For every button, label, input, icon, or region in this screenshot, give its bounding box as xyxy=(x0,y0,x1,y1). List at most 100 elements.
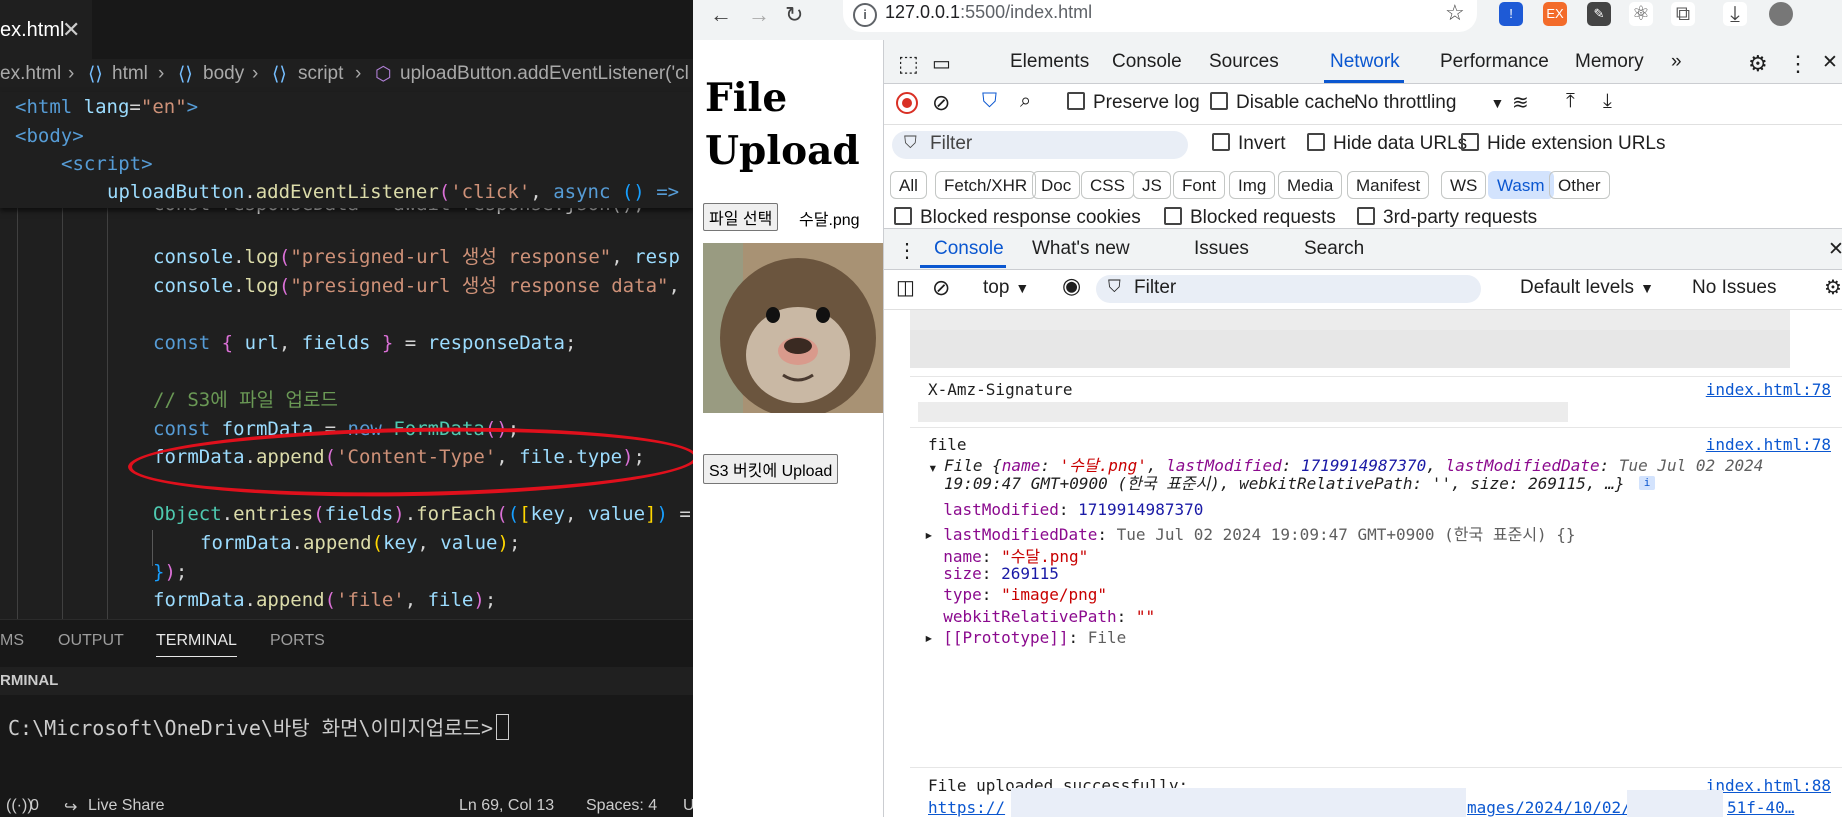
expand-triangle-icon[interactable]: ▸ xyxy=(924,628,943,647)
react-devtools-icon[interactable]: ⚛ xyxy=(1629,2,1653,26)
drawer-tab-console[interactable]: Console xyxy=(934,238,1004,260)
inspect-element-icon[interactable]: ⬚ xyxy=(898,51,919,77)
blocked-response-cookies-checkbox[interactable]: Blocked response cookies xyxy=(894,207,1141,227)
sidebar-toggle-icon[interactable]: ◫ xyxy=(896,275,915,300)
clear-icon[interactable]: ⊘ xyxy=(932,90,950,116)
type-filter-img[interactable]: Img xyxy=(1229,171,1276,199)
issues-counter[interactable]: No Issues xyxy=(1692,277,1776,299)
console-settings-icon[interactable]: ⚙ xyxy=(1824,275,1842,300)
extension-ex-icon[interactable]: EX xyxy=(1543,2,1567,26)
property-key: type xyxy=(943,585,982,605)
source-link[interactable]: index.html:88 xyxy=(1706,776,1831,795)
record-icon[interactable] xyxy=(896,92,918,114)
search-icon[interactable]: ⌕ xyxy=(1020,90,1031,113)
tab-network[interactable]: Network xyxy=(1330,51,1400,73)
tab-problems[interactable]: MS xyxy=(0,632,24,650)
info-badge-icon[interactable]: i xyxy=(1639,476,1655,490)
sticky-scroll[interactable]: <html lang="en"> <body> <script> uploadB… xyxy=(0,92,693,208)
cursor-position[interactable]: Ln 69, Col 13 xyxy=(459,797,554,815)
summary-value: Tue Jul 02 2024 xyxy=(1618,456,1764,475)
gear-icon[interactable]: ⚙ xyxy=(1748,51,1768,77)
network-filter-input[interactable]: ⛉ Filter xyxy=(892,131,1188,159)
tab-memory[interactable]: Memory xyxy=(1575,51,1644,73)
expand-triangle-icon[interactable]: ▾ xyxy=(928,458,938,477)
tab-output[interactable]: OUTPUT xyxy=(58,632,124,650)
type-filter-all[interactable]: All xyxy=(890,171,927,199)
drawer-menu-icon[interactable]: ⋮ xyxy=(897,238,917,263)
live-share-button[interactable]: Live Share xyxy=(88,797,165,815)
type-filter-media[interactable]: Media xyxy=(1278,171,1343,199)
type-filter-other[interactable]: Other xyxy=(1549,171,1610,199)
back-icon[interactable]: ← xyxy=(710,2,732,28)
type-filter-css[interactable]: CSS xyxy=(1081,171,1134,199)
indentation[interactable]: Spaces: 4 xyxy=(586,797,657,815)
type-filter-manifest[interactable]: Manifest xyxy=(1347,171,1430,199)
drawer-tab-whats-new[interactable]: What's new xyxy=(1032,238,1130,260)
type-filter-wasm[interactable]: Wasm xyxy=(1488,171,1554,199)
drawer-tab-search[interactable]: Search xyxy=(1304,238,1364,260)
log-levels-select[interactable]: Default levels ▼ xyxy=(1520,277,1654,299)
uploaded-url-start[interactable]: https:// xyxy=(928,798,1005,817)
tab-terminal[interactable]: TERMINAL xyxy=(156,632,237,657)
extensions-puzzle-icon[interactable]: ⧉ xyxy=(1671,2,1695,26)
upload-s3-button[interactable]: S3 버킷에 Upload xyxy=(703,454,839,484)
type-filter-doc[interactable]: Doc xyxy=(1032,171,1081,199)
preserve-log-checkbox[interactable]: Preserve log xyxy=(1067,92,1200,114)
tab-ports[interactable]: PORTS xyxy=(270,632,325,650)
type-filter-js[interactable]: JS xyxy=(1133,171,1171,199)
more-tabs-icon[interactable]: » xyxy=(1671,51,1682,73)
third-party-requests-checkbox[interactable]: 3rd-party requests xyxy=(1357,207,1537,227)
more-options-icon[interactable]: ⋮ xyxy=(1787,51,1809,77)
terminal-prompt[interactable]: C:\Microsoft\OneDrive\바탕 화면\이미지업로드> xyxy=(8,712,510,741)
eye-icon[interactable]: ◉ xyxy=(1062,273,1081,299)
sticky-line: <html lang="en"> xyxy=(15,96,199,118)
tab-sources[interactable]: Sources xyxy=(1209,51,1279,73)
context-select[interactable]: top ▼ xyxy=(983,277,1029,299)
hide-data-urls-checkbox[interactable]: Hide data URLs xyxy=(1307,133,1467,155)
console-output[interactable]: X-Amz-Signature index.html:78 file index… xyxy=(884,310,1842,817)
type-filter-fetch-xhr[interactable]: Fetch/XHR xyxy=(935,171,1037,199)
invert-checkbox[interactable]: Invert xyxy=(1212,133,1286,155)
drawer-tab-issues[interactable]: Issues xyxy=(1194,238,1249,260)
forward-icon[interactable]: → xyxy=(748,2,770,28)
tab-performance[interactable]: Performance xyxy=(1440,51,1549,73)
password-manager-icon[interactable]: ! xyxy=(1499,2,1523,26)
export-har-icon[interactable]: ⤓ xyxy=(1603,90,1612,113)
profile-avatar[interactable] xyxy=(1769,2,1793,26)
extension-note-icon[interactable]: ✎ xyxy=(1587,2,1611,26)
throttling-select[interactable]: No throttling ▼ xyxy=(1354,92,1504,114)
property-key: lastModifiedDate xyxy=(943,525,1098,545)
property-row[interactable]: ▸ [[Prototype]]: File xyxy=(924,628,1126,647)
redacted-area xyxy=(1011,788,1466,817)
encoding[interactable]: U xyxy=(683,797,693,815)
import-har-icon[interactable]: ⤒ xyxy=(1566,90,1575,113)
choose-file-button[interactable]: 파일 선택 xyxy=(703,203,779,231)
tab-console[interactable]: Console xyxy=(1112,51,1182,73)
console-filter-input[interactable]: ⛉ Filter xyxy=(1096,275,1481,303)
disable-cache-checkbox[interactable]: Disable cache xyxy=(1210,92,1355,114)
type-filter-font[interactable]: Font xyxy=(1173,171,1226,199)
address-bar[interactable]: i 127.0.0.1:5500/index.html ☆ xyxy=(843,0,1477,32)
expand-triangle-icon[interactable]: ▸ xyxy=(924,525,943,544)
device-toolbar-icon[interactable]: ▭ xyxy=(932,51,951,76)
type-filter-ws[interactable]: WS xyxy=(1441,171,1487,199)
download-icon[interactable]: ⤓ xyxy=(1723,2,1747,26)
invert-label: Invert xyxy=(1238,133,1286,154)
devtools-tab-bar: ⬚ ▭ Elements Console Sources Network Per… xyxy=(884,40,1842,84)
clear-console-icon[interactable]: ⊘ xyxy=(932,275,950,301)
close-devtools-icon[interactable]: ✕ xyxy=(1822,51,1838,74)
blocked-requests-checkbox[interactable]: Blocked requests xyxy=(1164,207,1336,227)
reload-icon[interactable]: ↻ xyxy=(785,2,803,28)
uploaded-url-end[interactable]: 51f-40… xyxy=(1727,798,1794,817)
hide-extension-urls-checkbox[interactable]: Hide extension URLs xyxy=(1461,133,1665,155)
filter-icon[interactable]: ⛉ xyxy=(982,90,997,113)
uploaded-url-path[interactable]: mages/2024/10/02/ xyxy=(1467,798,1631,817)
bookmark-star-icon[interactable]: ☆ xyxy=(1445,0,1465,26)
ports-count[interactable]: 0 xyxy=(30,797,39,815)
tab-elements[interactable]: Elements xyxy=(1010,51,1089,73)
close-drawer-icon[interactable]: ✕ xyxy=(1828,238,1842,261)
network-conditions-icon[interactable]: ≋ xyxy=(1512,90,1529,115)
site-info-icon[interactable]: i xyxy=(853,3,877,27)
source-link[interactable]: index.html:78 xyxy=(1706,380,1831,399)
